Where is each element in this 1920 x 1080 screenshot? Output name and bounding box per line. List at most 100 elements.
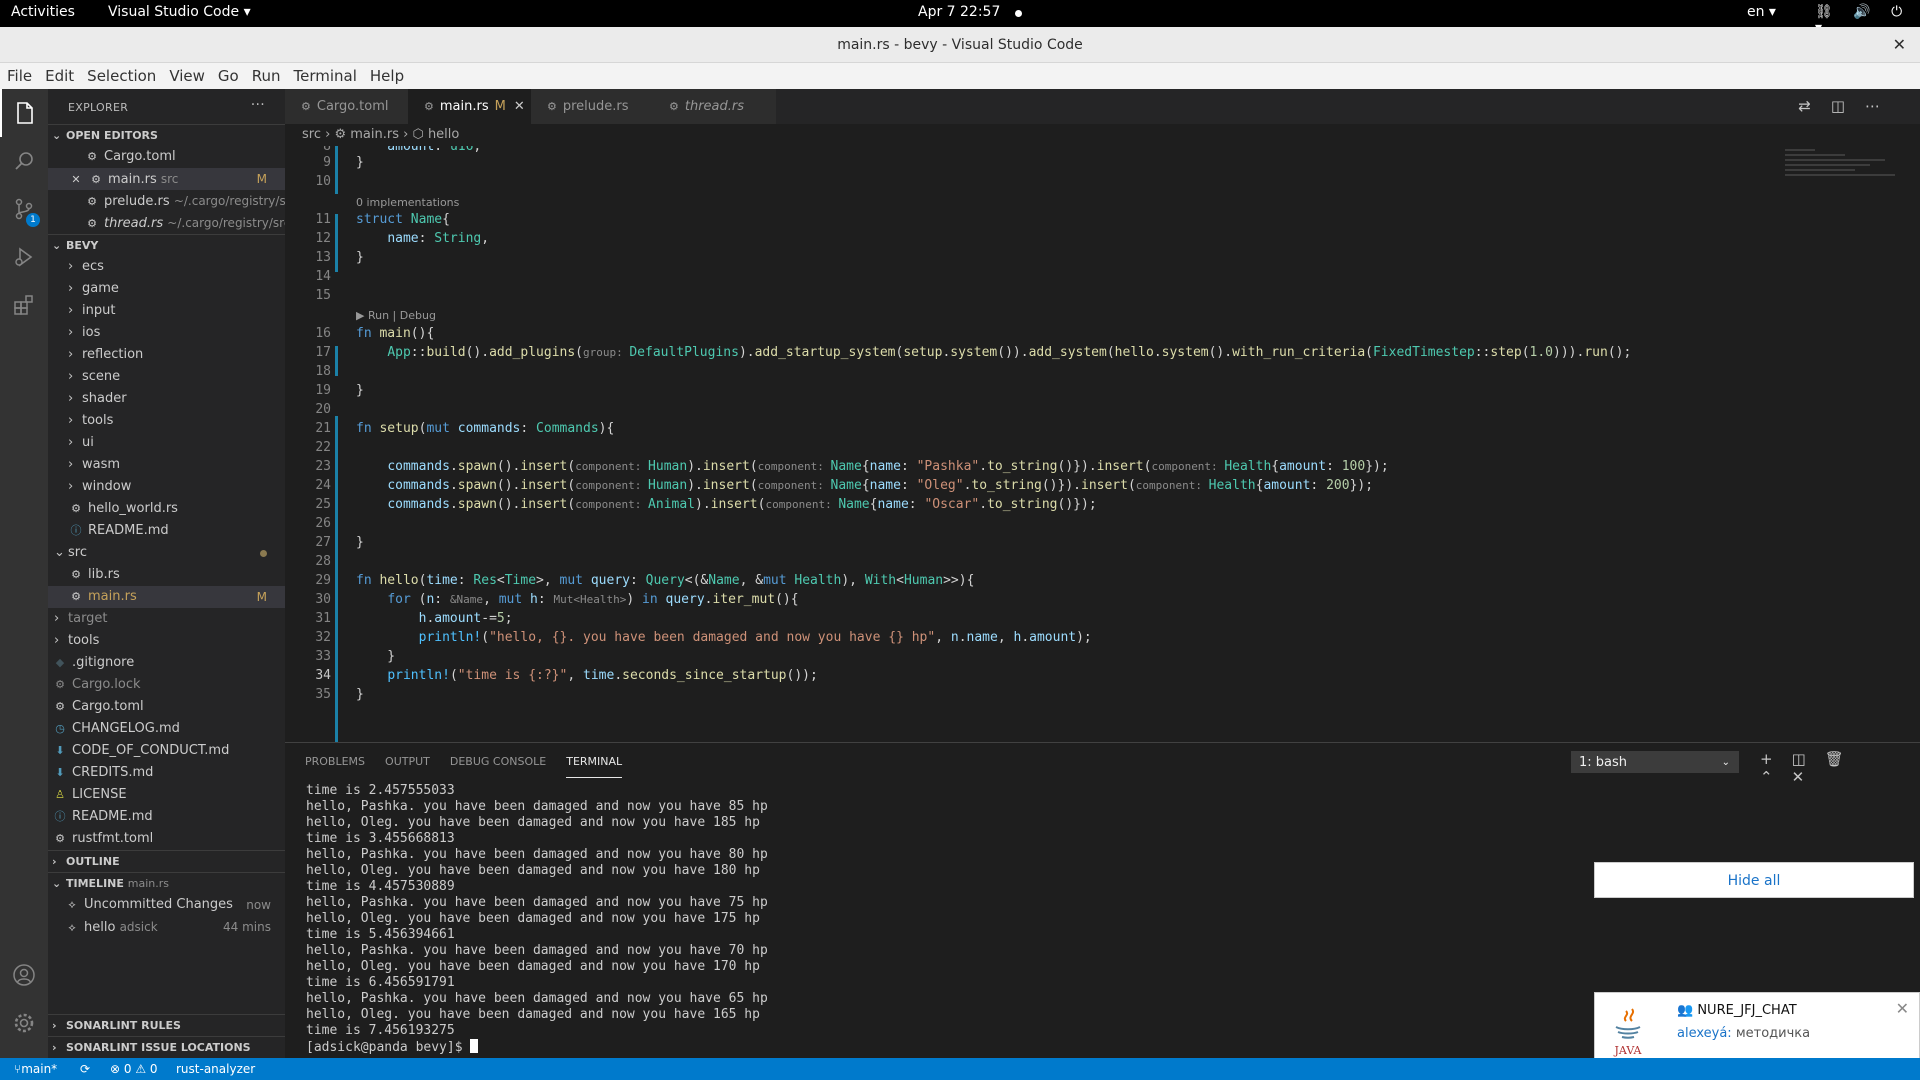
sonarlint-rules-section[interactable]: › SONARLINT RULES (48, 1014, 285, 1036)
editor-scrollbar[interactable] (1906, 146, 1920, 742)
gear-icon: ⚙ (301, 100, 311, 113)
tree-folder[interactable]: › scene (48, 366, 285, 388)
tree-folder[interactable]: › ecs (48, 256, 285, 278)
sonarlint-issues-section[interactable]: › SONARLINT ISSUE LOCATIONS (48, 1036, 285, 1058)
open-editor-item[interactable]: ⚙thread.rs ~/.cargo/registry/src/... (48, 212, 285, 234)
tree-file[interactable]: ⬇ CREDITS.md (48, 762, 285, 784)
terminal-prompt[interactable]: [adsick@panda bevy]$ (306, 1039, 768, 1056)
tree-file[interactable]: ⓘ README.md (48, 806, 285, 828)
tree-file[interactable]: ⓘ README.md (48, 520, 285, 542)
open-editor-item[interactable]: ⚙ Cargo.toml (48, 146, 285, 168)
menu-go[interactable]: Go (211, 63, 245, 85)
terminal-output[interactable]: time is 2.457555033 hello, Pashka. you ha… (306, 783, 768, 1056)
timeline-item[interactable]: ⟡ Uncommitted Changes now (48, 894, 285, 916)
tree-folder[interactable]: › window (48, 476, 285, 498)
tree-file[interactable]: ⚙ Cargo.lock (48, 674, 285, 696)
app-menu[interactable]: Visual Studio Code ▾ (108, 4, 251, 20)
project-section[interactable]: ⌄ BEVY (48, 234, 285, 256)
menu-view[interactable]: View (162, 63, 211, 85)
code-line-29: fn hello(time: Res<Time>, mut query: Que… (356, 573, 975, 588)
run-debug-icon[interactable] (0, 233, 48, 281)
tab-terminal[interactable]: TERMINAL (566, 743, 623, 778)
close-icon[interactable]: ✕ (514, 99, 525, 114)
tab-thread-rs[interactable]: ⚙ thread.rs (653, 89, 776, 124)
tree-file[interactable]: ◆ .gitignore (48, 652, 285, 674)
code-editor[interactable]: 8 9 10 11 12 13 14 15 16 17 18 19 20 21 22 23 24 25 26 27 28… (285, 146, 1920, 742)
window-close-button[interactable]: ✕ (1893, 27, 1906, 63)
timeline-item[interactable]: ⟡ hello adsick 44 mins (48, 916, 285, 938)
timeline-section[interactable]: ⌄ TIMELINE main.rs (48, 872, 285, 894)
tree-file[interactable]: ⚙ hello_world.rs (48, 498, 285, 520)
search-icon[interactable] (0, 137, 48, 185)
editor-actions[interactable]: ⇄◫⋯ (1798, 97, 1900, 115)
codelens-implementations[interactable]: 0 implementations (356, 196, 459, 209)
tree-folder[interactable]: › ui (48, 432, 285, 454)
settings-gear-icon[interactable] (0, 999, 48, 1047)
minimap[interactable] (1785, 146, 1905, 216)
rust-analyzer-status[interactable]: rust-analyzer (176, 1058, 255, 1080)
tree-folder[interactable]: ⌄ src (48, 542, 285, 564)
tab-cargo-toml[interactable]: ⚙ Cargo.toml (285, 89, 408, 124)
tree-file[interactable]: ⚙ Cargo.toml (48, 696, 285, 718)
terminal-select[interactable]: 1: bash ⌄ (1571, 751, 1739, 773)
open-editor-item[interactable]: ✕ ⚙ main.rs src M (48, 168, 285, 190)
tree-folder[interactable]: › target (48, 608, 285, 630)
tree-folder[interactable]: › shader (48, 388, 285, 410)
tree-folder[interactable]: › game (48, 278, 285, 300)
tree-file[interactable]: ⚙ rustfmt.toml (48, 828, 285, 850)
source-control-icon[interactable]: 1 (0, 185, 48, 233)
accounts-icon[interactable] (0, 951, 48, 999)
code-line-13: } (356, 250, 364, 265)
codelens-run-debug[interactable]: ▶ Run | Debug (356, 309, 436, 322)
breadcrumb-src[interactable]: src (302, 127, 321, 142)
open-editors-section[interactable]: ⌄ OPEN EDITORS (48, 124, 285, 146)
menu-terminal[interactable]: Terminal (287, 63, 363, 85)
input-language[interactable]: en ▾ (1747, 4, 1776, 20)
outline-section[interactable]: › OUTLINE (48, 850, 285, 872)
clock[interactable]: Apr 7 22:57 (918, 4, 1000, 20)
files-icon[interactable] (0, 89, 48, 137)
close-notification-icon[interactable]: ✕ (1896, 999, 1909, 1018)
tree-folder[interactable]: › reflection (48, 344, 285, 366)
tree-folder[interactable]: › tools (48, 410, 285, 432)
sync-icon[interactable]: ⟳ (80, 1058, 90, 1080)
branch-status[interactable]: ⑂ main* (14, 1058, 57, 1080)
hide-all-button[interactable]: Hide all (1594, 862, 1914, 898)
menu-file[interactable]: File (0, 63, 38, 85)
tree-file[interactable]: ⚙ main.rs M (48, 586, 285, 608)
tree-folder[interactable]: › ios (48, 322, 285, 344)
tree-folder[interactable]: › wasm (48, 454, 285, 476)
tab-problems[interactable]: PROBLEMS (305, 743, 365, 778)
tab-prelude-rs[interactable]: ⚙ prelude.rs (531, 89, 653, 124)
menu-help[interactable]: Help (363, 63, 410, 85)
panel-actions[interactable]: +◫🗑︎⌃✕ (1760, 750, 1920, 786)
open-editor-item[interactable]: ⚙prelude.rs ~/.cargo/registry/sr... (48, 190, 285, 212)
breadcrumb-file[interactable]: ⚙ main.rs (334, 127, 399, 142)
tab-debug-console[interactable]: DEBUG CONSOLE (450, 743, 546, 778)
more-actions-icon[interactable]: ··· (251, 97, 265, 113)
markdown-icon: ⬇ (55, 766, 65, 779)
tree-file[interactable]: ♙ LICENSE (48, 784, 285, 806)
menu-edit[interactable]: Edit (38, 63, 80, 85)
tab-main-rs[interactable]: ⚙ main.rs M ✕ (408, 89, 531, 124)
activities-button[interactable]: Activities (11, 4, 75, 20)
rust-file-icon: ⚙ (547, 100, 557, 113)
code-line-12: name: String, (387, 231, 490, 246)
window-title: main.rs - bevy - Visual Studio Code (837, 37, 1083, 53)
tab-output[interactable]: OUTPUT (385, 743, 430, 778)
tree-folder[interactable]: › input (48, 300, 285, 322)
tree-file[interactable]: ⬇ CODE_OF_CONDUCT.md (48, 740, 285, 762)
menu-run[interactable]: Run (245, 63, 287, 85)
line-number: 31 (315, 611, 331, 626)
menu-selection[interactable]: Selection (80, 63, 162, 85)
breadcrumb-symbol[interactable]: ⬡ hello (412, 127, 459, 142)
tree-file[interactable]: ⚙ lib.rs (48, 564, 285, 586)
terminal-line: hello, Pashka. you have been damaged and… (306, 847, 768, 862)
tree-file[interactable]: ◷ CHANGELOG.md (48, 718, 285, 740)
code-line-30: for (n: &Name, mut h: Mut<Health>) in qu… (387, 592, 799, 607)
tree-folder[interactable]: › tools (48, 630, 285, 652)
extensions-icon[interactable] (0, 281, 48, 329)
problems-status[interactable]: ⊗ 0 ⚠ 0 (110, 1058, 158, 1080)
code-line-25: commands.spawn().insert(component: Anima… (387, 497, 1097, 512)
close-icon[interactable]: ✕ (68, 169, 84, 190)
